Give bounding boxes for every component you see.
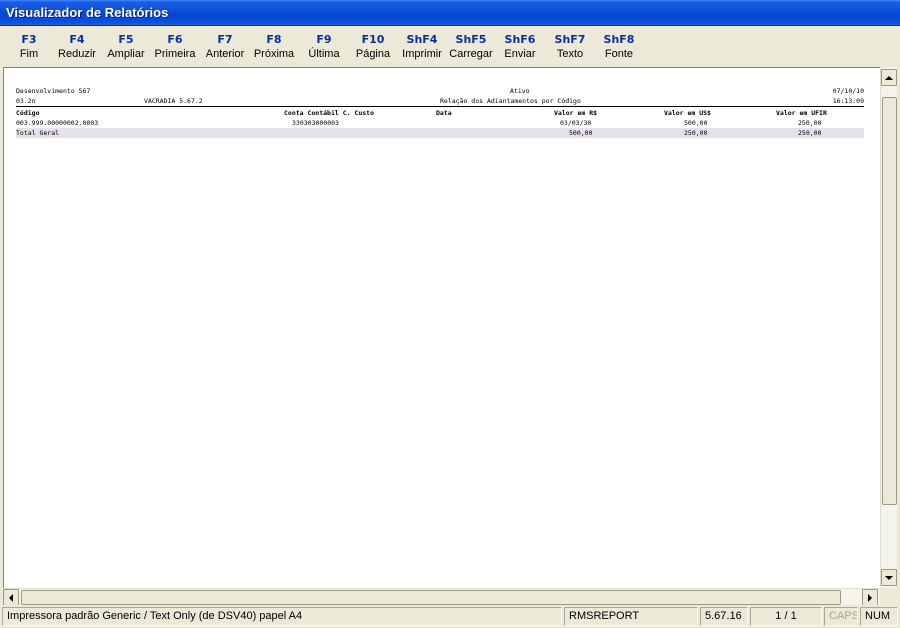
button-label: Texto bbox=[556, 48, 584, 60]
shortcut-key: F3 bbox=[21, 33, 37, 46]
report-status: Ativo bbox=[510, 87, 530, 95]
module-status: RMSREPORT bbox=[564, 607, 698, 626]
button-label: Última bbox=[308, 48, 340, 60]
report-date: 07/10/10 bbox=[832, 87, 864, 95]
enviar-button[interactable]: ShF6 Enviar bbox=[495, 26, 545, 66]
shortcut-key: F5 bbox=[118, 33, 134, 46]
total-row: Total Geral 500,00 250,00 250,00 bbox=[16, 128, 864, 138]
report-header-line-2: 03.2n VACRADIA 5.67.2 Relação dos Adiant… bbox=[16, 96, 864, 106]
fim-button[interactable]: F3 Fim bbox=[4, 26, 54, 66]
button-label: Ampliar bbox=[107, 48, 145, 60]
cell-valor-us: 500,00 bbox=[684, 119, 708, 127]
report-viewport[interactable]: Desenvolvimento 567 Ativo 07/10/10 03.2n… bbox=[3, 67, 880, 588]
button-label: Fim bbox=[19, 48, 39, 60]
scrollbar-corner bbox=[880, 588, 897, 605]
toolbar: F3 Fim F4 Reduzir F5 Ampliar F6 Primeira F7 A… bbox=[0, 26, 900, 66]
title-bar: Visualizador de Relatórios bbox=[0, 0, 900, 26]
column-header: Valor em US$ bbox=[664, 109, 711, 117]
shortcut-key: F4 bbox=[69, 33, 85, 46]
total-valor-us: 250,00 bbox=[684, 129, 708, 137]
button-label: Imprimir bbox=[402, 48, 442, 60]
shortcut-key: ShF8 bbox=[603, 33, 635, 46]
button-label: Enviar bbox=[504, 48, 536, 60]
button-label: Anterior bbox=[205, 48, 245, 60]
num-indicator: NUM bbox=[860, 607, 898, 626]
scroll-left-button[interactable] bbox=[3, 589, 19, 606]
report-title: Relação dos Adiantamentos por Código bbox=[440, 97, 581, 105]
shortcut-key: F7 bbox=[217, 33, 233, 46]
page-status: 1 / 1 bbox=[750, 607, 822, 626]
company-name: Desenvolvimento 567 bbox=[16, 87, 91, 95]
carregar-button[interactable]: ShF5 Carregar bbox=[446, 26, 496, 66]
column-header: Data bbox=[436, 109, 452, 117]
texto-button[interactable]: ShF7 Texto bbox=[545, 26, 595, 66]
ultima-button[interactable]: F9 Última bbox=[299, 26, 349, 66]
button-label: Reduzir bbox=[58, 48, 96, 60]
button-label: Carregar bbox=[449, 48, 493, 60]
primeira-button[interactable]: F6 Primeira bbox=[150, 26, 200, 66]
scroll-right-button[interactable] bbox=[862, 589, 878, 606]
shortcut-key: ShF6 bbox=[504, 33, 536, 46]
cell-codigo: 003.999.00000002.0003 bbox=[16, 119, 99, 127]
system-version: VACRADIA 5.67.2 bbox=[144, 97, 203, 105]
shortcut-key: F9 bbox=[316, 33, 332, 46]
cell-valor-ufir: 250,00 bbox=[798, 119, 822, 127]
button-label: Primeira bbox=[154, 48, 196, 60]
arrow-up-icon bbox=[885, 75, 893, 80]
arrow-down-icon bbox=[885, 575, 893, 580]
proxima-button[interactable]: F8 Próxima bbox=[249, 26, 299, 66]
button-label: Página bbox=[355, 48, 391, 60]
shortcut-key: ShF7 bbox=[554, 33, 586, 46]
column-header: Valor em R$ bbox=[554, 109, 598, 117]
arrow-right-icon bbox=[868, 593, 872, 602]
horizontal-scroll-thumb[interactable] bbox=[21, 590, 841, 605]
vertical-scroll-thumb[interactable] bbox=[882, 97, 897, 505]
report-header-line-1: Desenvolvimento 567 Ativo 07/10/10 bbox=[16, 86, 864, 96]
reduzir-button[interactable]: F4 Reduzir bbox=[52, 26, 102, 66]
arrow-left-icon bbox=[9, 593, 13, 602]
total-valor-rs: 500,00 bbox=[569, 129, 593, 137]
cell-conta: 330303000003 bbox=[292, 119, 339, 127]
shortcut-key: ShF5 bbox=[455, 33, 487, 46]
column-header: Conta Contábil C. Custo bbox=[284, 109, 375, 117]
button-label: Fonte bbox=[604, 48, 634, 60]
shortcut-key: F8 bbox=[266, 33, 282, 46]
button-label: Próxima bbox=[253, 48, 295, 60]
ampliar-button[interactable]: F5 Ampliar bbox=[101, 26, 151, 66]
total-valor-ufir: 250,00 bbox=[798, 129, 822, 137]
imprimir-button[interactable]: ShF4 Imprimir bbox=[397, 26, 447, 66]
table-row: 003.999.00000002.0003 330303000003 03/03… bbox=[16, 118, 864, 128]
cell-valor-rs: 03/03/30 bbox=[560, 119, 592, 127]
total-label: Total Geral bbox=[16, 129, 60, 137]
window-title: Visualizador de Relatórios bbox=[6, 5, 169, 20]
report-page: Desenvolvimento 567 Ativo 07/10/10 03.2n… bbox=[16, 86, 864, 138]
shortcut-key: F10 bbox=[361, 33, 385, 46]
column-header: Código bbox=[16, 109, 40, 117]
pagina-button[interactable]: F10 Página bbox=[348, 26, 398, 66]
anterior-button[interactable]: F7 Anterior bbox=[200, 26, 250, 66]
horizontal-scrollbar[interactable] bbox=[3, 588, 880, 606]
header-separator bbox=[16, 106, 864, 107]
shortcut-key: F6 bbox=[167, 33, 183, 46]
report-time: 16:13:09 bbox=[832, 97, 864, 105]
shortcut-key: ShF4 bbox=[406, 33, 438, 46]
status-bar: Impressora padrão Generic / Text Only (d… bbox=[0, 605, 900, 628]
report-code: 03.2n bbox=[16, 97, 36, 105]
scroll-down-button[interactable] bbox=[881, 569, 897, 586]
caps-indicator: CAPS bbox=[824, 607, 858, 626]
column-headers: Código Conta Contábil C. Custo Data Valo… bbox=[16, 108, 864, 118]
printer-status: Impressora padrão Generic / Text Only (d… bbox=[2, 607, 562, 626]
vertical-scrollbar[interactable] bbox=[880, 67, 897, 588]
version-status: 5.67.16 bbox=[700, 607, 748, 626]
fonte-button[interactable]: ShF8 Fonte bbox=[594, 26, 644, 66]
scroll-up-button[interactable] bbox=[881, 69, 897, 86]
column-header: Valor em UFIR bbox=[776, 109, 827, 117]
